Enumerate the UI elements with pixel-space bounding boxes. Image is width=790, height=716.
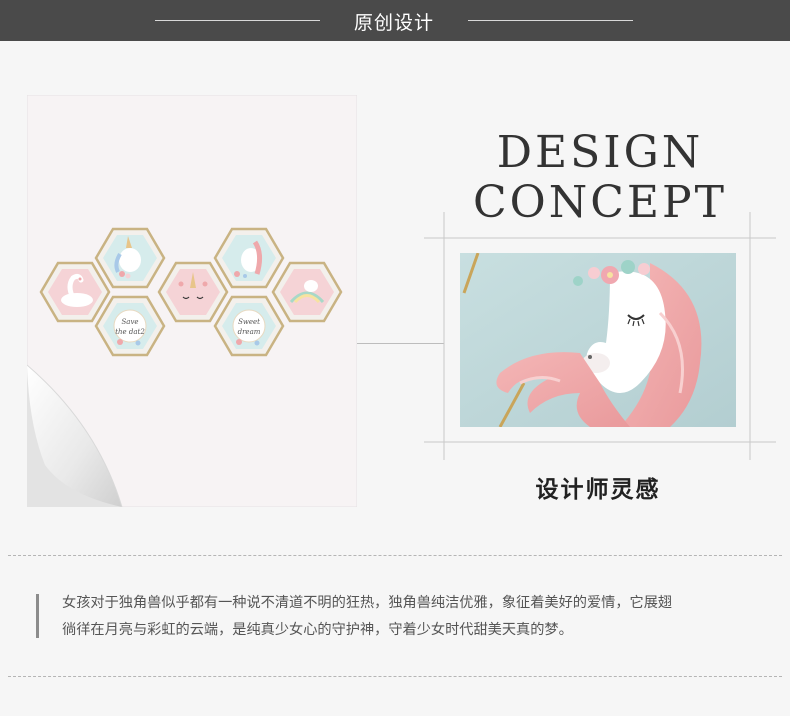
quote-bar — [36, 594, 39, 638]
hex-sweet-dream: Sweet dream — [213, 295, 285, 357]
unicorn-illustration — [460, 253, 736, 427]
hex-unicorn-sleeping — [157, 261, 229, 323]
hex-unicorn-mint-left — [94, 227, 166, 289]
header-divider-left — [155, 20, 320, 21]
divider-top — [8, 555, 782, 556]
hex-save-the-date: Save the dat2 — [94, 295, 166, 357]
hex-unicorn-mint-right — [213, 227, 285, 289]
hex-unicorn-rainbow — [271, 261, 343, 323]
description-line-2: 徜徉在月亮与彩虹的云端，是纯真少女心的守护神，守着少女时代甜美天真的梦。 — [62, 622, 573, 638]
dream-text: dream — [238, 328, 261, 336]
designer-inspiration-title: 设计师灵感 — [535, 477, 661, 503]
the-date-text: the dat2 — [115, 328, 145, 336]
header-divider-right — [468, 20, 633, 21]
poster-paper: Save the dat2 Sweet dream — [27, 95, 357, 507]
unicorn-photo — [460, 253, 736, 427]
header-bar: 原创设计 — [0, 0, 790, 41]
divider-bottom — [8, 676, 782, 677]
description-text: 女孩对于独角兽似乎都有一种说不清道不明的狂热，独角兽纯洁优雅，象征着美好的爱情，… — [62, 590, 774, 644]
description-line-1: 女孩对于独角兽似乎都有一种说不清道不明的狂热，独角兽纯洁优雅，象征着美好的爱情，… — [62, 595, 673, 611]
hex-swan — [39, 261, 111, 323]
hexagon-artwork: Save the dat2 Sweet dream — [39, 227, 343, 357]
section-title: 原创设计 — [353, 12, 434, 34]
design-heading: DESIGN — [496, 127, 704, 178]
sweet-text: Sweet — [238, 318, 260, 326]
save-text: Save — [121, 318, 138, 326]
